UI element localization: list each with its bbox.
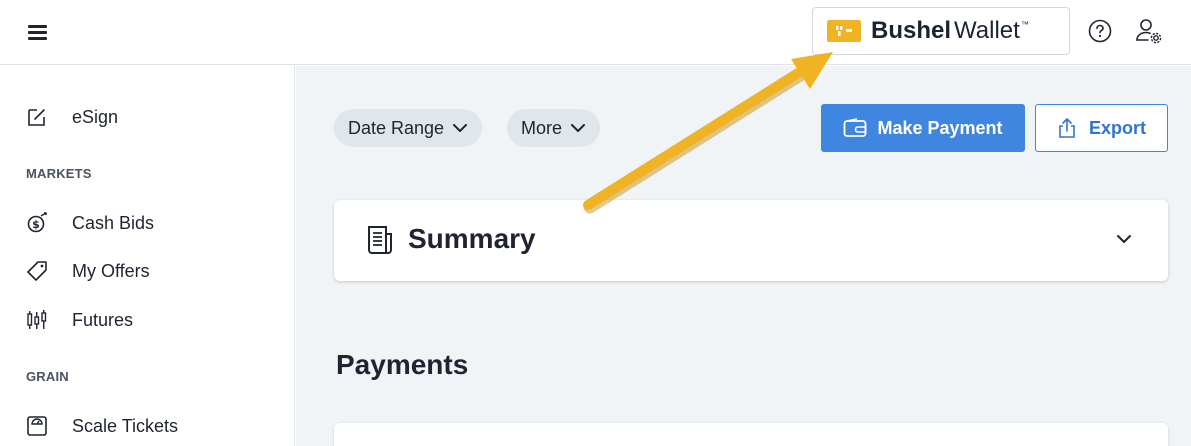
scale-icon: [26, 415, 48, 437]
edit-icon: [26, 106, 48, 128]
make-payment-label: Make Payment: [877, 117, 1003, 138]
export-label: Export: [1088, 117, 1146, 138]
payments-card: [334, 423, 1168, 446]
chevron-down-icon: [453, 124, 468, 132]
main-content: Date Range More Make Payment Export Summ…: [296, 66, 1191, 446]
candlestick-icon: [26, 309, 48, 331]
sidebar-item-label: Cash Bids: [72, 212, 155, 233]
user-settings-icon[interactable]: [1135, 17, 1163, 45]
sidebar-item-label: eSign: [72, 106, 119, 127]
sidebar-item-label: Scale Tickets: [72, 415, 179, 436]
section-heading-markets: MARKETS: [26, 166, 92, 181]
wallet-icon: [844, 118, 867, 137]
sidebar-item-cash-bids[interactable]: $ Cash Bids: [26, 208, 154, 238]
sidebar: eSign MARKETS $ Cash Bids My Offers Futu…: [0, 66, 295, 446]
wallet-word-text: Wallet: [954, 17, 1020, 44]
sidebar-item-label: Futures: [72, 309, 134, 330]
trademark-mark: ™: [1020, 20, 1029, 29]
top-header: Bushel Wallet ™: [0, 0, 1191, 65]
tag-icon: [26, 260, 48, 282]
date-range-filter[interactable]: Date Range: [334, 109, 483, 147]
summary-title: Summary: [408, 223, 536, 254]
more-filter[interactable]: More: [507, 109, 601, 147]
make-payment-button[interactable]: Make Payment: [821, 104, 1025, 152]
export-button[interactable]: Export: [1035, 104, 1168, 152]
sidebar-item-label: My Offers: [72, 260, 150, 281]
bushel-wallet-logo-icon: [827, 20, 861, 42]
section-heading-grain: GRAIN: [26, 369, 69, 384]
dollar-coin-icon: $: [26, 212, 48, 234]
chevron-down-icon[interactable]: [1116, 234, 1132, 244]
hamburger-menu-icon[interactable]: [28, 23, 50, 41]
wallet-brand-text: Bushel: [871, 17, 952, 44]
document-icon: [368, 226, 392, 254]
bushel-wallet-button[interactable]: Bushel Wallet ™: [812, 7, 1070, 55]
chevron-down-icon: [571, 124, 586, 132]
sidebar-item-futures[interactable]: Futures: [26, 305, 133, 335]
share-upload-icon: [1059, 118, 1075, 138]
sidebar-item-scale-tickets[interactable]: Scale Tickets: [26, 411, 178, 441]
summary-card[interactable]: Summary: [334, 200, 1168, 281]
payments-heading: Payments: [336, 349, 469, 380]
sidebar-item-my-offers[interactable]: My Offers: [26, 256, 150, 286]
svg-text:$: $: [32, 218, 40, 231]
date-range-label: Date Range: [348, 117, 445, 138]
help-icon[interactable]: [1088, 19, 1112, 43]
sidebar-item-esign[interactable]: eSign: [26, 102, 118, 132]
more-label: More: [521, 117, 563, 138]
